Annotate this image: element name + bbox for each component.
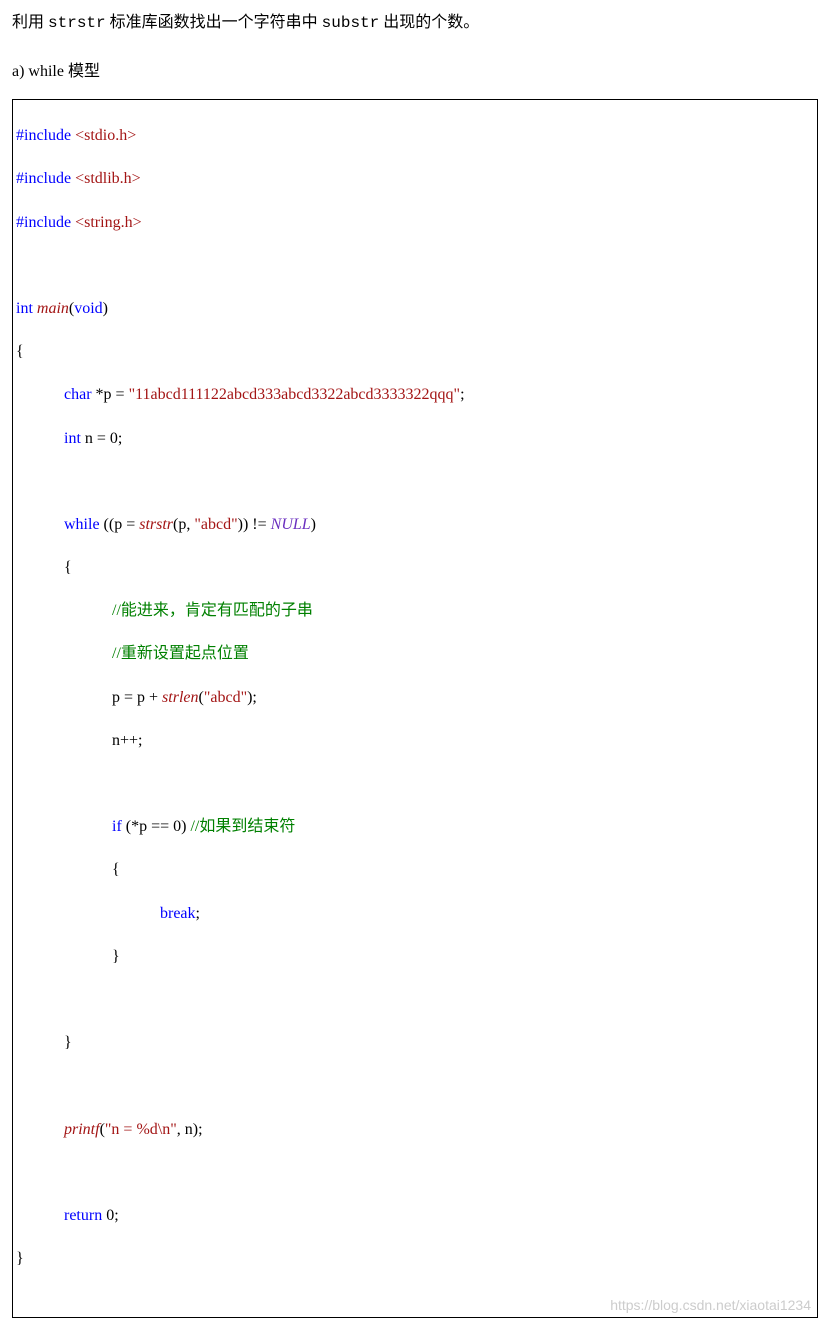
include-kw: #include bbox=[16, 127, 71, 144]
p-assign: p = p + bbox=[112, 689, 162, 706]
include-path: <stdio.h> bbox=[75, 127, 136, 144]
semi: ; bbox=[118, 430, 122, 447]
comment: //重新设置起点位置 bbox=[112, 645, 249, 662]
semi: ; bbox=[460, 386, 464, 403]
include-path: <string.h> bbox=[75, 214, 142, 231]
include-kw: #include bbox=[16, 170, 71, 187]
p-decl: *p = bbox=[92, 386, 129, 403]
while-kw: while bbox=[64, 516, 100, 533]
indent bbox=[16, 948, 112, 965]
if-kw: if bbox=[112, 818, 122, 835]
rbrace: } bbox=[64, 1034, 72, 1051]
comment: //能进来，肯定有匹配的子串 bbox=[112, 602, 313, 619]
break-kw: break bbox=[160, 905, 196, 922]
strstr-fn: strstr bbox=[139, 516, 173, 533]
include-kw: #include bbox=[16, 214, 71, 231]
code-block: #include <stdio.h> #include <stdlib.h> #… bbox=[12, 99, 818, 1318]
num-zero: 0 bbox=[173, 818, 181, 835]
int-kw: int bbox=[16, 300, 37, 317]
strstr-args-close: )) != bbox=[238, 516, 271, 533]
char-kw: char bbox=[64, 386, 92, 403]
indent bbox=[16, 861, 112, 878]
section-label: a) while 模型 bbox=[12, 57, 818, 81]
indent bbox=[16, 818, 112, 835]
indent bbox=[16, 430, 64, 447]
while-close: ) bbox=[311, 516, 316, 533]
rbrace: } bbox=[16, 1250, 24, 1267]
comment: //如果到结束符 bbox=[190, 818, 295, 835]
lbrace: { bbox=[16, 343, 24, 360]
indent bbox=[16, 689, 112, 706]
indent bbox=[16, 905, 160, 922]
indent bbox=[16, 559, 64, 576]
rbrace: } bbox=[112, 948, 120, 965]
main-fn: main bbox=[37, 300, 69, 317]
intro-prefix: 利用 bbox=[12, 14, 44, 31]
int-kw: int bbox=[64, 430, 81, 447]
return-kw: return bbox=[64, 1207, 102, 1224]
if-cond-close: ) bbox=[181, 818, 190, 835]
indent bbox=[16, 1034, 64, 1051]
paren-close: ) bbox=[103, 300, 108, 317]
indent bbox=[16, 732, 112, 749]
void-kw: void bbox=[74, 300, 102, 317]
npp: n++; bbox=[112, 732, 143, 749]
indent bbox=[16, 386, 64, 403]
intro-suffix: 出现的个数。 bbox=[383, 14, 479, 31]
indent bbox=[16, 602, 112, 619]
null-kw: NULL bbox=[271, 516, 311, 533]
abcd-str: "abcd" bbox=[204, 689, 247, 706]
num-zero: 0 bbox=[106, 1207, 114, 1224]
semi: ; bbox=[252, 689, 256, 706]
n-decl: n = bbox=[81, 430, 110, 447]
lbrace: { bbox=[64, 559, 72, 576]
watermark: https://blog.csdn.net/xiaotai1234 bbox=[610, 1296, 811, 1315]
intro-code1: strstr bbox=[48, 14, 106, 32]
printf-fn: printf bbox=[64, 1121, 100, 1138]
intro-code2: substr bbox=[322, 14, 380, 32]
semi: ; bbox=[196, 905, 200, 922]
printf-str: "n = %d\n" bbox=[105, 1121, 177, 1138]
include-path: <stdlib.h> bbox=[75, 170, 141, 187]
printf-rest: , n); bbox=[177, 1121, 203, 1138]
indent bbox=[16, 516, 64, 533]
intro-paragraph: 利用 strstr 标准库函数找出一个字符串中 substr 出现的个数。 bbox=[12, 10, 818, 37]
indent bbox=[16, 1207, 64, 1224]
string-literal: "11abcd111122abcd333abcd3322abcd3333322q… bbox=[129, 386, 461, 403]
strstr-args-open: (p, bbox=[173, 516, 194, 533]
indent bbox=[16, 1121, 64, 1138]
num-zero: 0 bbox=[110, 430, 118, 447]
intro-mid: 标准库函数找出一个字符串中 bbox=[110, 14, 318, 31]
while-open: ((p = bbox=[100, 516, 140, 533]
semi: ; bbox=[114, 1207, 118, 1224]
if-cond-open: (*p == bbox=[122, 818, 173, 835]
indent bbox=[16, 645, 112, 662]
strlen-fn: strlen bbox=[162, 689, 198, 706]
abcd-str: "abcd" bbox=[194, 516, 237, 533]
lbrace: { bbox=[112, 861, 120, 878]
